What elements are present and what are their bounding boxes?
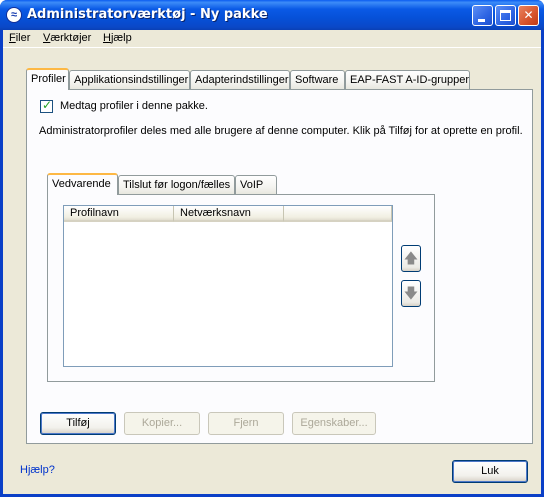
maximize-button[interactable] xyxy=(495,5,516,26)
minimize-icon xyxy=(478,19,485,22)
move-down-button[interactable]: 🡇 xyxy=(401,280,421,307)
properties-button[interactable]: Egenskaber... xyxy=(292,412,376,435)
app-icon: ≈ xyxy=(6,7,22,23)
subtab-persistent[interactable]: Vedvarende xyxy=(47,173,118,195)
column-header-network-name[interactable]: Netværksnavn xyxy=(174,206,284,222)
subtab-connect-before-logon[interactable]: Tilslut før logon/fælles xyxy=(118,175,235,195)
tab-eap-fast-groups[interactable]: EAP-FAST A-ID-grupper xyxy=(345,70,470,90)
tab-adapter-settings[interactable]: Adapterindstillinger xyxy=(190,70,290,90)
window-title: Administratorværktøj - Ny pakke xyxy=(27,7,268,22)
column-header-profile-name[interactable]: Profilnavn xyxy=(64,206,174,222)
menu-help-rest: jælp xyxy=(110,32,132,44)
subtab-panel: Profilnavn Netværksnavn 🡅 🡇 xyxy=(47,194,435,382)
minimize-button[interactable] xyxy=(472,5,493,26)
arrow-up-icon: 🡅 xyxy=(403,250,419,266)
close-button[interactable]: Luk xyxy=(452,460,528,483)
menu-help[interactable]: Hjælp xyxy=(101,32,134,44)
checkmark-icon: ✓ xyxy=(42,98,53,112)
copy-button[interactable]: Kopier... xyxy=(124,412,200,435)
menu-tools[interactable]: Værktøjer xyxy=(41,32,93,44)
profiles-list[interactable]: Profilnavn Netværksnavn xyxy=(63,205,393,367)
close-icon: ✕ xyxy=(523,8,534,22)
title-bar[interactable]: ≈ Administratorværktøj - Ny pakke ✕ xyxy=(0,0,544,30)
menu-file-rest: iler xyxy=(15,32,31,44)
include-profiles-label: Medtag profiler i denne pakke. xyxy=(60,100,208,112)
profiles-panel: ✓ Medtag profiler i denne pakke. Adminis… xyxy=(26,89,533,444)
remove-button[interactable]: Fjern xyxy=(208,412,284,435)
profiles-description: Administratorprofiler deles med alle bru… xyxy=(39,125,523,137)
admin-tool-window: ≈ Administratorværktøj - Ny pakke ✕ File… xyxy=(0,0,544,497)
maximize-icon xyxy=(500,10,511,21)
include-profiles-checkbox[interactable]: ✓ xyxy=(40,98,53,113)
add-button[interactable]: Tilføj xyxy=(40,412,116,435)
tab-software[interactable]: Software xyxy=(290,70,345,90)
arrow-down-icon: 🡇 xyxy=(403,285,419,301)
menu-bar: Filer Værktøjer Hjælp xyxy=(3,30,541,48)
help-link[interactable]: Hjælp? xyxy=(20,464,55,476)
subtab-voip[interactable]: VoIP xyxy=(235,175,277,195)
close-window-button[interactable]: ✕ xyxy=(518,5,539,26)
tab-application-settings[interactable]: Applikationsindstillinger xyxy=(69,70,190,90)
move-up-button[interactable]: 🡅 xyxy=(401,245,421,272)
column-header-empty[interactable] xyxy=(284,206,392,222)
tab-profiles[interactable]: Profiler xyxy=(26,68,69,90)
menu-file[interactable]: Filer xyxy=(7,32,32,44)
menu-tools-rest: ærktøjer xyxy=(50,32,92,44)
